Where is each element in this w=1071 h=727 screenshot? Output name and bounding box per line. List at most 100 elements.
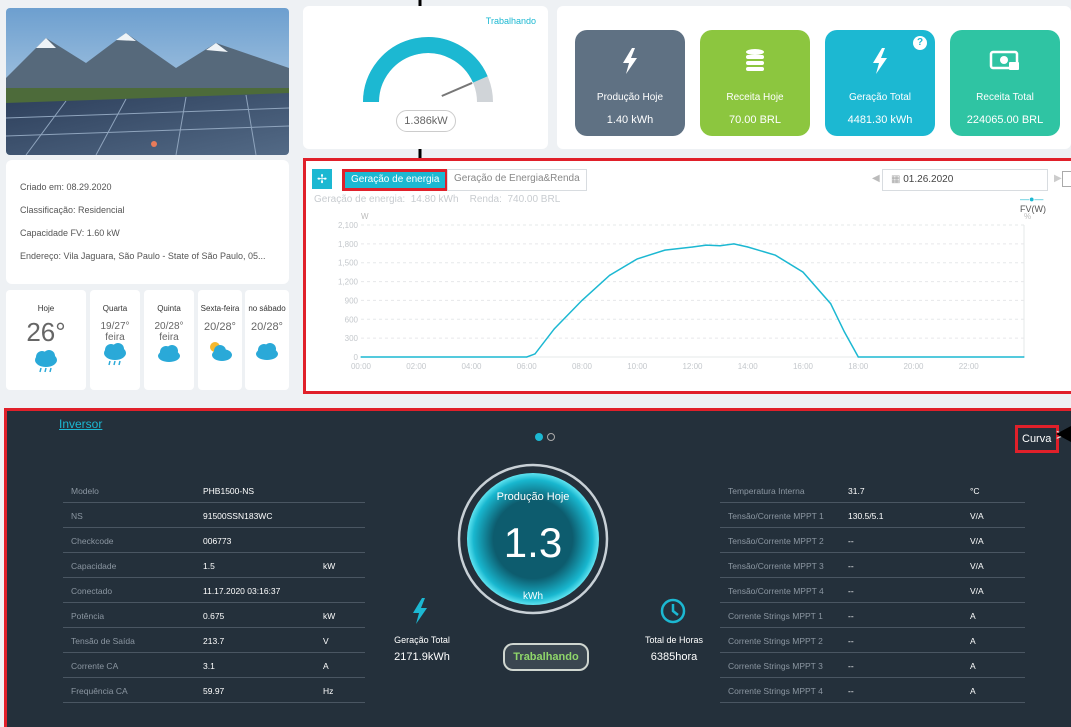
inverter-title-link[interactable]: Inversor <box>59 417 102 431</box>
y-tick-label: 600 <box>345 315 359 324</box>
row-unit: Hz <box>323 686 334 696</box>
pager-dot-active[interactable] <box>535 433 543 441</box>
power-gauge <box>363 37 493 103</box>
table-row: Tensão/Corrente MPPT 1 130.5/5.1 V/A <box>720 503 1025 528</box>
next-date-icon[interactable]: ▶ <box>1054 173 1062 184</box>
total-gen-label: Geração Total <box>394 635 450 645</box>
row-label: Frequência CA <box>71 686 128 696</box>
legend-marker-icon: —●— <box>1020 194 1044 204</box>
data-point <box>534 353 536 355</box>
weather-temp: 20/28° <box>204 321 236 333</box>
row-label: Temperatura Interna <box>728 486 805 496</box>
pager-dot[interactable] <box>547 433 555 441</box>
date-picker[interactable]: ▦ 01.26.2020 <box>882 169 1048 191</box>
row-label: Corrente Strings MPPT 2 <box>728 636 823 646</box>
table-row: Tensão/Corrente MPPT 4 -- V/A <box>720 578 1025 603</box>
x-tick-label: 18:00 <box>848 362 869 371</box>
y-tick-label: 0 <box>354 353 359 362</box>
inverter-left-table: Modelo PHB1500-NS NS 91500SSN183WC Checkcode… <box>63 478 365 703</box>
lightning-icon <box>623 48 637 74</box>
row-unit: A <box>970 636 976 646</box>
row-unit: kW <box>323 611 336 621</box>
table-row: Capacidade 1.5 kW <box>63 553 365 578</box>
x-tick-label: 08:00 <box>572 362 593 371</box>
money-icon <box>989 50 1019 70</box>
export-icon[interactable] <box>1062 171 1071 187</box>
center-unit: kWh <box>523 591 543 602</box>
data-point <box>774 254 776 256</box>
row-value: -- <box>848 686 854 696</box>
kpi-value: 70.00 BRL <box>729 114 781 126</box>
weather-temp: 20/28° feira <box>154 321 184 343</box>
row-value: -- <box>848 586 854 596</box>
row-unit: A <box>970 686 976 696</box>
move-icon[interactable]: ✢ <box>312 169 332 189</box>
data-point <box>830 302 832 305</box>
row-label: Tensão/Corrente MPPT 1 <box>728 511 824 521</box>
table-row: Tensão/Corrente MPPT 2 -- V/A <box>720 528 1025 553</box>
x-tick-label: 00:00 <box>351 362 372 371</box>
row-label: Corrente CA <box>71 661 119 671</box>
kpi-label: Receita Hoje <box>726 92 784 103</box>
data-point <box>581 299 583 302</box>
data-point <box>526 356 528 358</box>
row-unit: A <box>970 661 976 671</box>
weather-day-4: Sexta-feira 20/28° <box>198 290 242 390</box>
prev-date-icon[interactable]: ◀ <box>872 173 880 184</box>
weather-temp: 19/27° feira <box>100 321 130 343</box>
partly-sunny-icon <box>210 342 232 361</box>
x-tick-label: 02:00 <box>406 362 427 371</box>
data-point <box>553 328 555 330</box>
weather-forecast: Hoje 26° Quarta 19/27° feira Quinta 20/28… <box>6 290 289 390</box>
curve-button[interactable]: Curva <box>1015 425 1059 453</box>
row-value: -- <box>848 661 854 671</box>
energy-chart-card: ✢ Geração de energia Geração de Energia&… <box>303 158 1071 394</box>
kpi-production-today: Produção Hoje 1.40 kWh <box>575 30 685 136</box>
chart-summary: Geração de energia: 14.80 kWh Renda: 740… <box>314 194 561 205</box>
tab-energy-generation[interactable]: Geração de energia <box>342 169 449 191</box>
row-value: 3.1 <box>203 661 215 671</box>
y-tick-label: 2,100 <box>338 221 359 230</box>
energy-chart: W % 2,100 1,800 1,500 1,200 900 600 300 000:00 02:… <box>338 212 1031 371</box>
table-row: Corrente Strings MPPT 2 -- A <box>720 628 1025 653</box>
data-point <box>747 246 749 248</box>
y-tick-label: 1,800 <box>338 240 359 249</box>
calendar-icon: ▦ <box>891 174 904 185</box>
data-point <box>843 331 846 333</box>
weather-day-label: no sábado <box>248 304 286 313</box>
center-value: 1.3 <box>503 519 563 566</box>
weather-day-5: no sábado 20/28° <box>245 290 289 390</box>
total-hours-label: Total de Horas <box>644 635 704 645</box>
table-row: Corrente Strings MPPT 3 -- A <box>720 653 1025 678</box>
data-point <box>691 246 694 248</box>
row-value: -- <box>848 561 854 571</box>
row-label: Tensão de Saída <box>71 636 135 646</box>
pv-capacity: Capacidade FV: 1.60 kW <box>20 228 120 238</box>
address: Endereço: Vila Jaguara, São Paulo - Stat… <box>20 251 266 261</box>
kpi-card: Produção Hoje 1.40 kWh Receita Hoje 70.0… <box>557 6 1071 149</box>
weather-day-label: Quarta <box>102 304 128 313</box>
kpi-total-revenue: Receita Total 224065.00 BRL <box>950 30 1060 136</box>
table-row: Tensão/Corrente MPPT 3 -- V/A <box>720 553 1025 578</box>
x-tick-label: 14:00 <box>738 362 759 371</box>
row-unit: A <box>970 611 976 621</box>
data-point <box>705 244 707 246</box>
help-icon[interactable]: ? <box>913 36 927 50</box>
row-label: Tensão/Corrente MPPT 4 <box>728 586 824 596</box>
data-point <box>1023 356 1025 358</box>
row-label: Corrente Strings MPPT 3 <box>728 661 823 671</box>
kpi-revenue-today: Receita Hoje 70.00 BRL <box>700 30 810 136</box>
total-hours-value: 6385hora <box>650 651 698 663</box>
row-value: -- <box>848 611 854 621</box>
row-value: 59.97 <box>203 686 225 696</box>
row-value: 31.7 <box>848 486 865 496</box>
row-label: Tensão/Corrente MPPT 3 <box>728 561 824 571</box>
row-unit: A <box>323 661 329 671</box>
weather-day-label: Quinta <box>157 304 181 313</box>
row-label: Corrente Strings MPPT 4 <box>728 686 823 696</box>
weather-temp: 26° <box>26 317 66 347</box>
weather-day-label: Sexta-feira <box>200 304 240 313</box>
row-label: NS <box>71 511 83 521</box>
weather-today: Hoje 26° <box>6 290 86 390</box>
tab-energy-income[interactable]: Geração de Energia&Renda <box>447 169 587 191</box>
